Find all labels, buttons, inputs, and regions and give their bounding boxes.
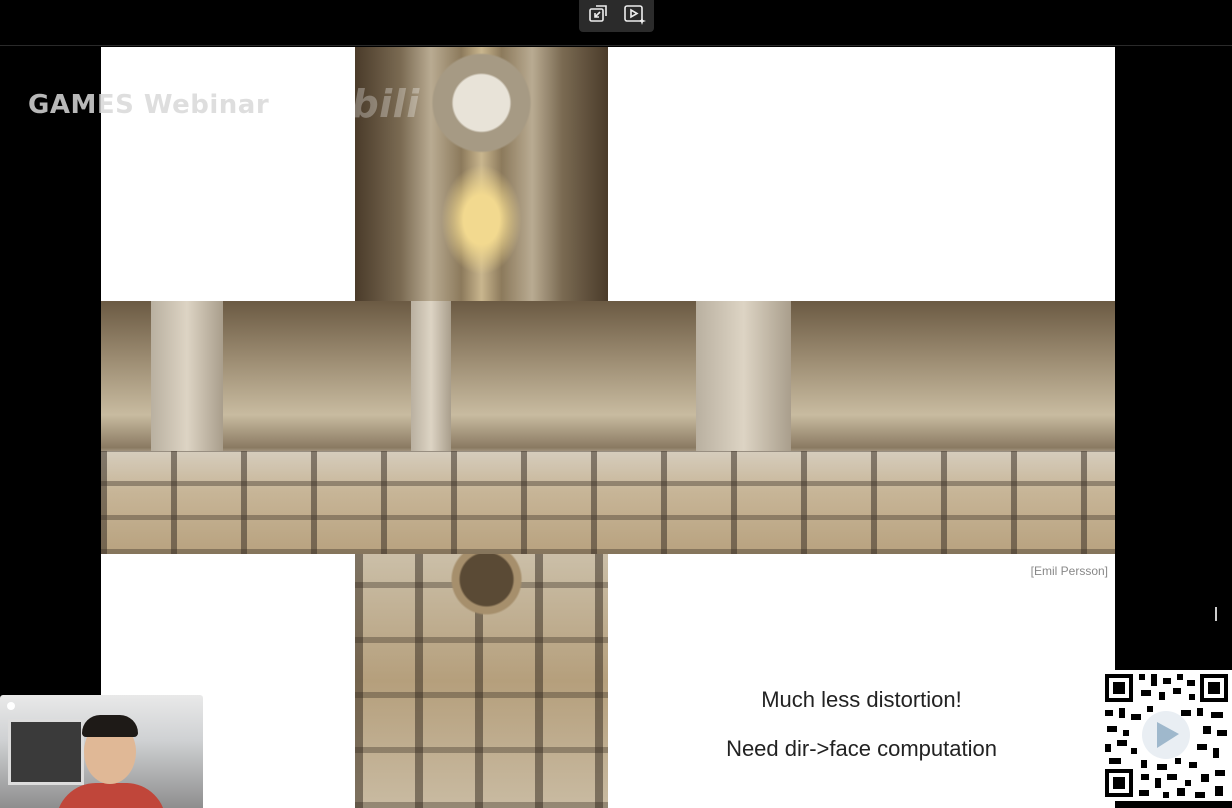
ai-video-button[interactable] bbox=[622, 3, 648, 29]
cubemap-pillar bbox=[151, 301, 223, 451]
text-cursor bbox=[1215, 607, 1217, 621]
presentation-slide: [Emil Persson] Much less distortion! Nee… bbox=[101, 47, 1115, 808]
player-top-bar bbox=[0, 0, 1232, 46]
image-credit: [Emil Persson] bbox=[1030, 564, 1108, 578]
watermark-text: GAMES Webinar bbox=[28, 90, 270, 120]
exit-fullscreen-icon bbox=[587, 3, 609, 30]
cubemap-floor bbox=[101, 451, 1115, 554]
bilibili-logo: bilibili bbox=[283, 82, 420, 126]
slide-caption-1: Much less distortion! bbox=[761, 687, 962, 712]
player-controls bbox=[579, 0, 654, 32]
presenter-hair bbox=[82, 715, 138, 737]
cubemap-pillar bbox=[696, 301, 791, 451]
webcam-background-window bbox=[8, 719, 84, 785]
cubemap-pillar bbox=[411, 301, 451, 451]
qr-code bbox=[1101, 670, 1232, 801]
slide-caption-2: Need dir->face computation bbox=[726, 736, 997, 761]
ai-video-icon bbox=[623, 3, 647, 30]
webcam-indicator-icon bbox=[7, 702, 15, 710]
cubemap-face-bottom bbox=[355, 554, 608, 808]
presenter-webcam[interactable] bbox=[0, 695, 203, 808]
channel-watermark: GAMES Webinar bilibili bbox=[28, 82, 420, 126]
cubemap-face-strip bbox=[101, 301, 1115, 554]
exit-fullscreen-button[interactable] bbox=[585, 3, 611, 29]
presenter-body bbox=[56, 783, 166, 808]
